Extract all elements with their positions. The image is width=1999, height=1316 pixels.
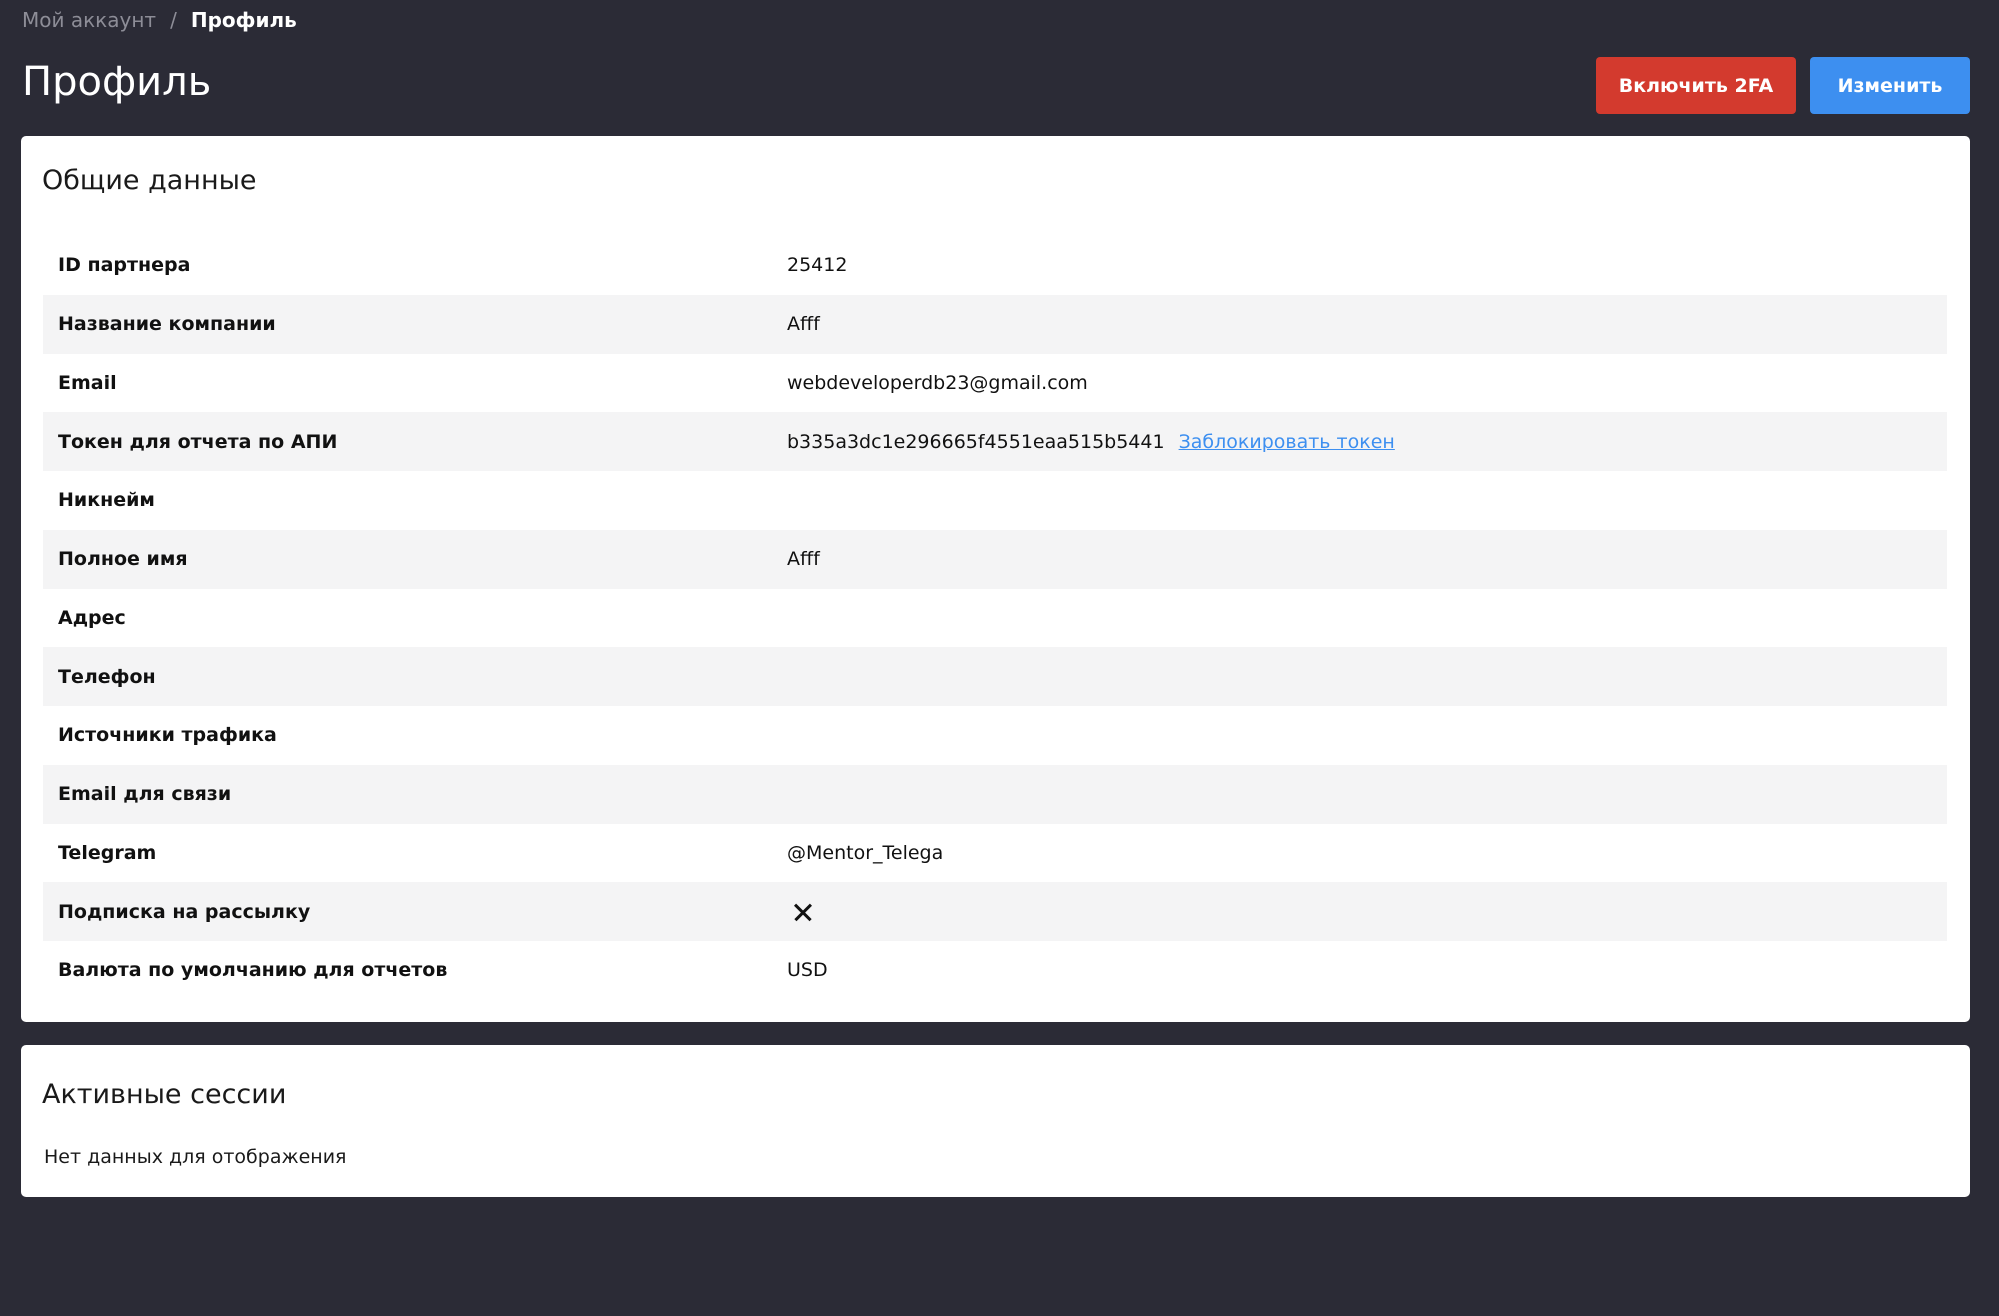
row-value: Afff [787,548,820,571]
row-api-token: Токен для отчета по АПИ b335a3dc1e296665… [43,412,1947,471]
row-value-container [787,898,1947,926]
row-full-name: Полное имя Afff [43,529,1947,589]
general-data-title: Общие данные [42,165,257,196]
row-partner-id: ID партнера 25412 [43,236,1947,295]
row-label: Валюта по умолчанию для отчетов [58,959,448,982]
edit-button[interactable]: Изменить [1810,57,1970,114]
page-header: Мой аккаунт / Профиль Профиль Включить 2… [0,0,1999,136]
row-label: Telegram [58,841,157,864]
sessions-empty-text: Нет данных для отображения [44,1146,347,1168]
row-label: Email [58,371,117,394]
general-data-card: Общие данные ID партнера 25412 Название … [21,136,1970,1022]
row-nickname: Никнейм [43,471,1947,530]
row-label: Полное имя [58,548,188,571]
row-label: Никнейм [58,489,155,512]
row-label: Токен для отчета по АПИ [58,430,338,453]
breadcrumb: Мой аккаунт / Профиль [22,5,297,35]
active-sessions-card: Активные сессии Нет данных для отображен… [21,1045,1970,1197]
row-company-name: Название компании Afff [43,294,1947,354]
breadcrumb-separator: / [170,8,177,32]
row-traffic-sources: Источники трафика [43,706,1947,765]
row-value: @Mentor_Telega [787,841,944,864]
active-sessions-title: Активные сессии [42,1079,287,1110]
general-data-table: ID партнера 25412 Название компании Afff… [43,236,1947,1000]
row-telegram: Telegram @Mentor_Telega [43,824,1947,883]
page-title: Профиль [22,59,212,105]
row-label: Телефон [58,665,156,688]
row-contact-email: Email для связи [43,764,1947,824]
breadcrumb-current: Профиль [190,8,297,32]
block-token-link[interactable]: Заблокировать токен [1179,431,1395,453]
row-value: webdeveloperdb23@gmail.com [787,371,1088,394]
row-value: USD [787,959,828,982]
api-token-value: b335a3dc1e296665f4551eaa515b5441 [787,430,1165,453]
row-value: 25412 [787,254,848,277]
row-label: Email для связи [58,783,232,806]
row-label: Подписка на рассылку [58,900,311,923]
row-email: Email webdeveloperdb23@gmail.com [43,354,1947,413]
row-value: Afff [787,313,820,336]
row-value-container: b335a3dc1e296665f4551eaa515b5441 Заблоки… [787,431,1947,453]
breadcrumb-my-account[interactable]: Мой аккаунт [22,5,156,35]
row-newsletter: Подписка на рассылку [43,882,1947,941]
close-icon [789,898,817,926]
row-default-currency: Валюта по умолчанию для отчетов USD [43,941,1947,1000]
row-label: Адрес [58,606,126,629]
row-address: Адрес [43,589,1947,648]
enable-2fa-button[interactable]: Включить 2FA [1596,57,1796,114]
row-label: Источники трафика [58,724,277,747]
row-phone: Телефон [43,647,1947,706]
row-label: ID партнера [58,254,191,277]
row-label: Название компании [58,313,276,336]
